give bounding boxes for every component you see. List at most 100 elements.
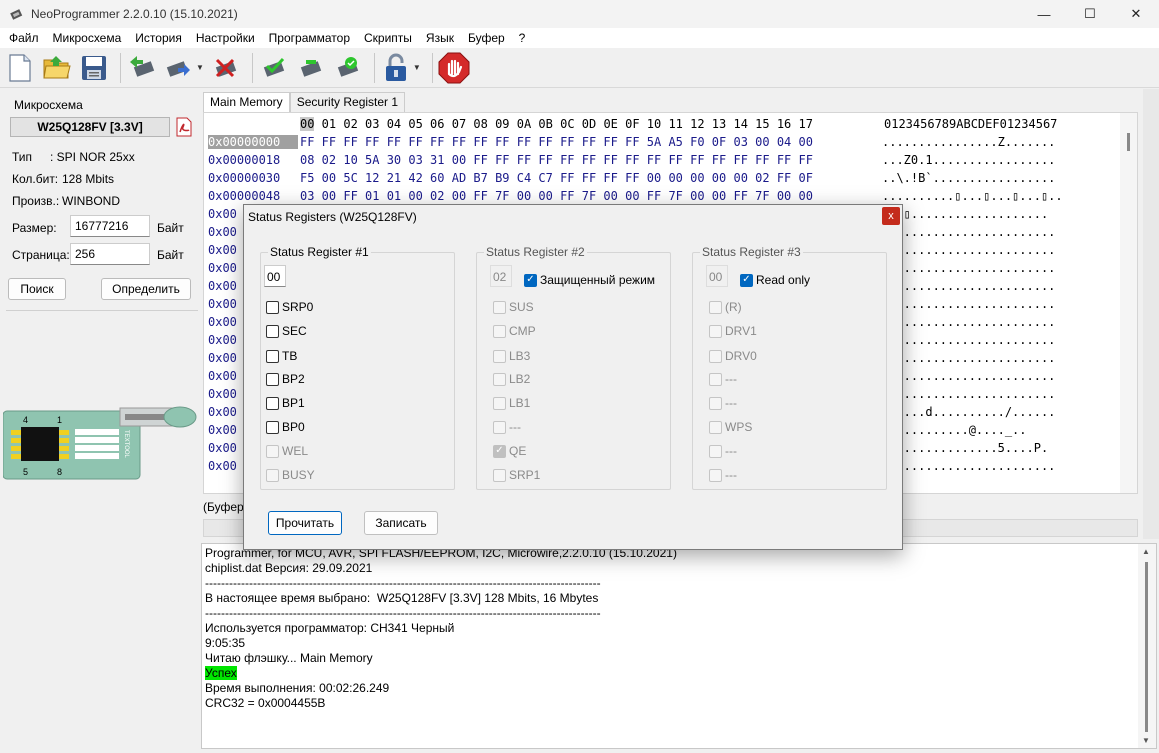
sr1-bit-checkbox[interactable]: BP1 (266, 396, 305, 410)
menu-buffer[interactable]: Буфер (461, 31, 512, 45)
log-scrollbar[interactable]: ▲ ▼ (1138, 544, 1156, 748)
hex-row[interactable]: 0x00000030 F5 00 5C 12 21 42 60 AD B7 B9 … (208, 171, 1055, 189)
read-chip-icon[interactable] (126, 52, 158, 84)
hex-row-ascii[interactable]: ............@...._.. (882, 423, 1027, 437)
menu-scripts[interactable]: Скрипты (357, 31, 419, 45)
sr1-bit-checkbox[interactable]: TB (266, 349, 297, 363)
verify-icon[interactable] (295, 52, 327, 84)
search-button[interactable]: Поиск (8, 278, 66, 300)
stop-icon[interactable] (438, 52, 470, 84)
hex-row-ascii[interactable]: ........................ (882, 297, 1055, 311)
sr1-value-field[interactable]: 00 (264, 265, 286, 287)
log-line: Время выполнения: 00:02:26.249 (205, 681, 389, 695)
log-line-text: Читаю флэшку... Main Memory (205, 651, 373, 665)
hex-row-ascii[interactable]: ...Z0.1................. (882, 153, 1055, 167)
menu-settings[interactable]: Настройки (189, 31, 262, 45)
menu-chip[interactable]: Микросхема (46, 31, 129, 45)
sr1-bit-checkbox[interactable]: SRP0 (266, 300, 313, 314)
close-window-button[interactable]: ✕ (1113, 0, 1159, 28)
hex-row-bytes[interactable]: FF FF FF FF FF FF FF FF FF FF FF FF FF F… (300, 135, 813, 149)
hex-row-ascii[interactable]: ..\.!B`................. (882, 171, 1055, 185)
blank-check-icon[interactable] (258, 52, 290, 84)
hex-row[interactable]: 0x00000000 FF FF FF FF FF FF FF FF FF FF … (208, 135, 1055, 153)
hex-row-ascii[interactable]: ...▯................... (882, 207, 1048, 221)
hex-row-ascii[interactable]: ........................ (882, 279, 1055, 293)
toolbar-separator (120, 52, 121, 83)
hex-row-ascii[interactable]: ........................ (882, 261, 1055, 275)
checkbox-icon[interactable] (266, 349, 279, 363)
pdf-icon[interactable] (175, 117, 193, 137)
auto-icon[interactable] (332, 52, 364, 84)
checkbox-icon[interactable] (266, 300, 279, 314)
menu-history[interactable]: История (128, 31, 189, 45)
lock-dropdown-icon[interactable]: ▼ (413, 63, 421, 72)
hex-row-ascii[interactable]: ........................ (882, 351, 1055, 365)
chip-name[interactable]: W25Q128FV [3.3V] (10, 117, 170, 137)
write-chip-icon[interactable] (163, 52, 195, 84)
hex-row-ascii[interactable]: ........................ (882, 333, 1055, 347)
read-only-check-icon[interactable]: ✓ (740, 273, 753, 287)
hex-row-ascii[interactable]: ................Z....... (882, 135, 1055, 149)
read-only-checkbox[interactable]: ✓ Read only (740, 273, 810, 287)
checkbox-icon (709, 324, 722, 338)
checkbox-icon[interactable] (266, 396, 279, 410)
minimize-button[interactable]: — (1021, 0, 1067, 28)
menu-file[interactable]: Файл (2, 31, 46, 45)
dialog-close-button[interactable]: x (882, 207, 900, 225)
checkbox-icon[interactable] (266, 420, 279, 434)
hex-row-ascii[interactable]: ......d........../...... (882, 405, 1055, 419)
hex-row-ascii[interactable]: ........................ (882, 225, 1055, 239)
tab-main-memory[interactable]: Main Memory (203, 92, 290, 112)
size-field[interactable]: 16777216 (70, 215, 150, 237)
new-file-icon[interactable] (4, 52, 36, 84)
open-folder-icon[interactable] (41, 52, 73, 84)
checkbox-icon[interactable] (266, 372, 279, 386)
protected-mode-checkbox[interactable]: ✓ Защищенный режим (524, 273, 655, 287)
hex-scrollbar[interactable] (1120, 113, 1137, 493)
lock-icon[interactable] (380, 52, 412, 84)
hex-row-ascii[interactable]: ........................ (882, 369, 1055, 383)
protected-mode-check-icon[interactable]: ✓ (524, 273, 537, 287)
hex-row-ascii[interactable]: ..........▯...▯...▯...▯.. (882, 189, 1063, 203)
status-registers-dialog: Status Registers (W25Q128FV) x Status Re… (243, 204, 903, 550)
checkbox-icon (709, 396, 722, 410)
menu-language[interactable]: Язык (419, 31, 461, 45)
maximize-button[interactable]: ☐ (1067, 0, 1113, 28)
hex-row-ascii[interactable]: ........................ (882, 243, 1055, 257)
pin5-label: 5 (23, 467, 28, 477)
hex-row-ascii[interactable]: ........................ (882, 459, 1055, 473)
hex-row-ascii[interactable]: P...............5....P. (882, 441, 1048, 455)
read-registers-button[interactable]: Прочитать (268, 511, 342, 535)
page-field[interactable]: 256 (70, 243, 150, 265)
type-label: Тип (12, 150, 33, 164)
pin4-label: 4 (23, 415, 28, 425)
sr1-bit-checkbox[interactable]: BP0 (266, 420, 305, 434)
write-registers-button[interactable]: Записать (364, 511, 438, 535)
ascii-header: 0123456789ABCDEF01234567 (884, 117, 1058, 131)
bits-label: Кол.бит: (12, 172, 59, 186)
tab-security-register[interactable]: Security Register 1 (289, 92, 406, 112)
scroll-down-icon[interactable]: ▼ (1142, 736, 1150, 745)
erase-chip-icon[interactable] (210, 52, 242, 84)
hex-row-ascii[interactable]: ........................ (882, 387, 1055, 401)
hex-row-bytes[interactable]: 08 02 10 5A 30 03 31 00 FF FF FF FF FF F… (300, 153, 813, 167)
hex-scrollbar-thumb[interactable] (1127, 133, 1130, 151)
checkbox-icon[interactable] (266, 324, 279, 338)
menu-programmer[interactable]: Программатор (262, 31, 357, 45)
log-panel[interactable]: Programmer, for MCU, AVR, SPI FLASH/EEPR… (201, 543, 1157, 749)
sr1-bit-checkbox[interactable]: SEC (266, 324, 307, 338)
sr2-bit-label: LB1 (509, 396, 531, 410)
sr2-bit-label: SRP1 (509, 468, 541, 482)
hex-row[interactable]: 0x00000018 08 02 10 5A 30 03 31 00 FF FF … (208, 153, 1055, 171)
detect-button[interactable]: Определить (101, 278, 191, 300)
scroll-up-icon[interactable]: ▲ (1142, 547, 1150, 556)
hex-row-ascii[interactable]: ........................ (882, 315, 1055, 329)
menu-help[interactable]: ? (512, 31, 533, 45)
save-icon[interactable] (78, 52, 110, 84)
status-register-2-group: Status Register #2 02 ✓ Защищенный режим… (476, 245, 671, 490)
hex-row-bytes[interactable]: 03 00 FF 01 01 00 02 00 FF 7F 00 00 FF 7… (300, 189, 813, 203)
hex-row-bytes[interactable]: F5 00 5C 12 21 42 60 AD B7 B9 C4 C7 FF F… (300, 171, 813, 185)
write-dropdown-icon[interactable]: ▼ (196, 63, 204, 72)
log-scrollbar-thumb[interactable] (1145, 562, 1148, 732)
sr1-bit-checkbox[interactable]: BP2 (266, 372, 305, 386)
